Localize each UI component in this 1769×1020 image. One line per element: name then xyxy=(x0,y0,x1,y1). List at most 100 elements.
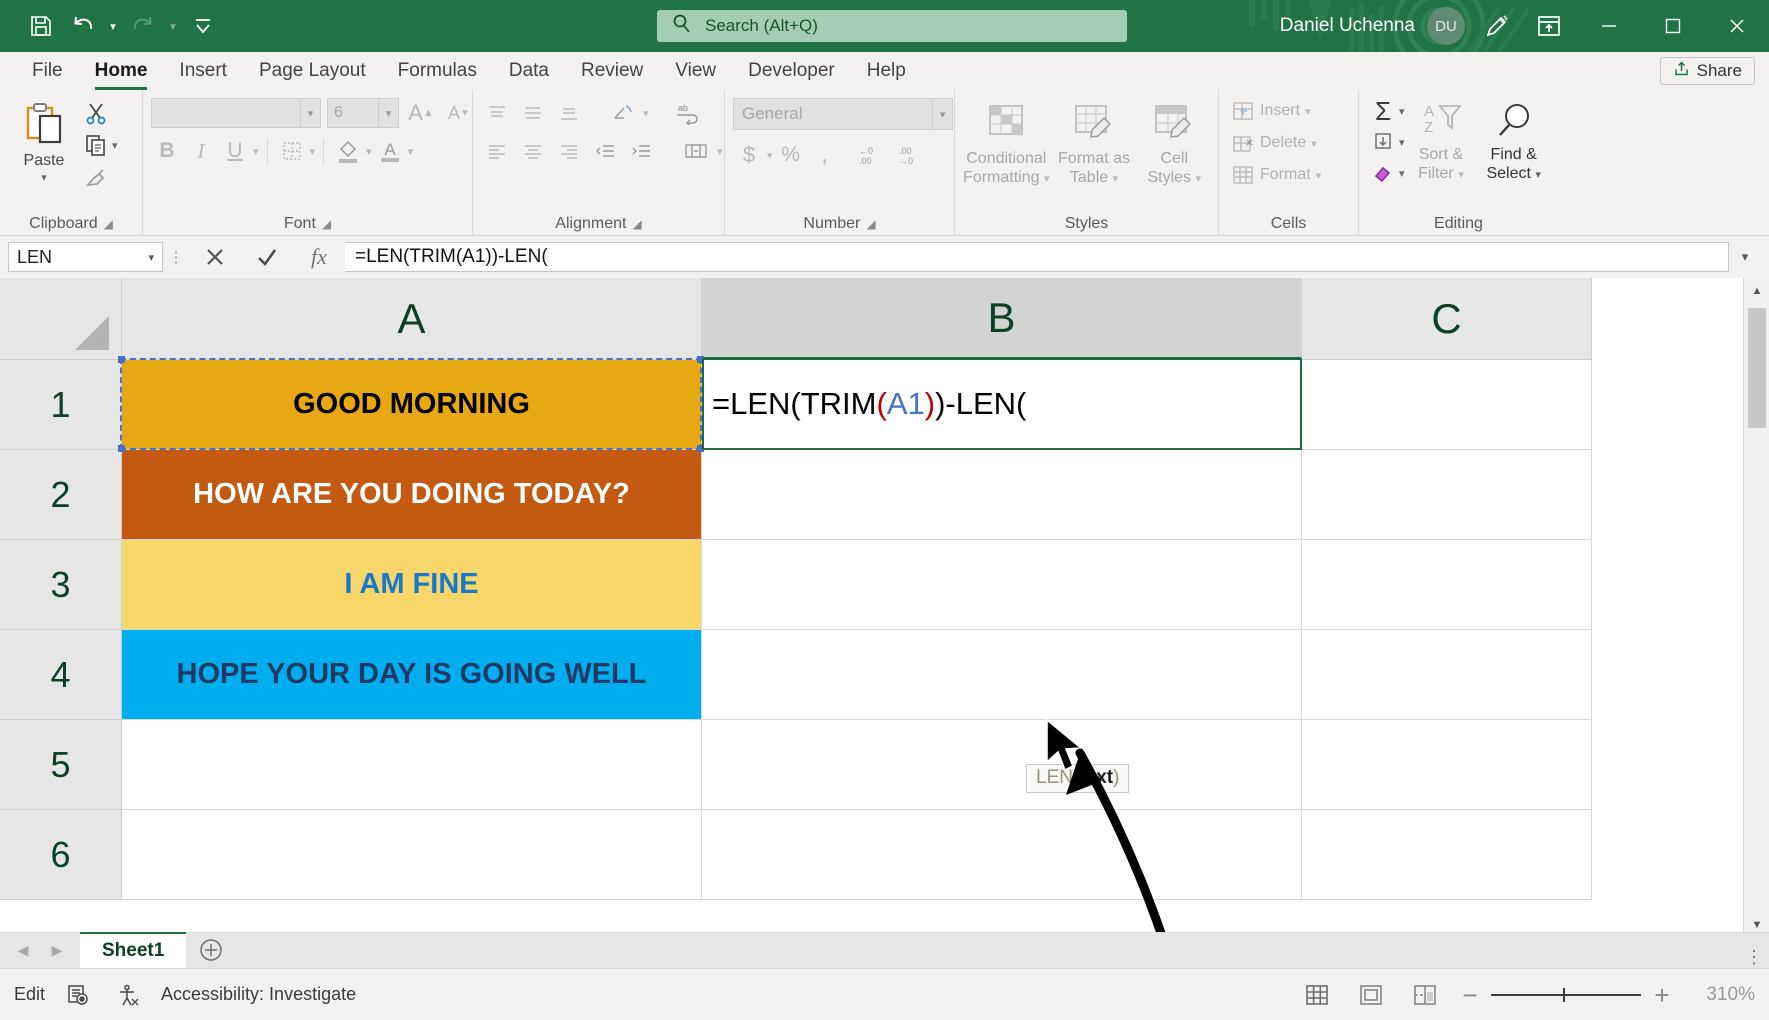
font-color-dropdown-icon[interactable]: ▾ xyxy=(408,145,414,158)
paste-button[interactable]: Paste ▾ xyxy=(8,96,80,184)
row-header-2[interactable]: 2 xyxy=(0,450,122,540)
sheet-tab-sheet1[interactable]: Sheet1 xyxy=(80,932,186,968)
undo-icon[interactable] xyxy=(62,7,104,45)
redo-icon[interactable] xyxy=(122,7,164,45)
cell-b5[interactable] xyxy=(702,720,1302,810)
cell-a5[interactable] xyxy=(122,720,702,810)
tab-file[interactable]: File xyxy=(16,52,79,90)
pen-highlighter-icon[interactable] xyxy=(1477,6,1517,46)
find-select-dropdown-icon[interactable]: ▾ xyxy=(1535,169,1541,181)
format-painter-icon[interactable] xyxy=(80,162,112,192)
zoom-out-button[interactable]: − xyxy=(1459,984,1481,1006)
comma-format-icon[interactable]: , xyxy=(809,140,841,170)
delete-cells-button[interactable]: Delete ▾ xyxy=(1227,128,1321,158)
font-color-icon[interactable]: A xyxy=(374,136,406,166)
next-sheet-icon[interactable]: ▶ xyxy=(40,934,74,966)
conditional-formatting-button[interactable]: Conditional Formatting ▾ xyxy=(963,98,1050,187)
paste-dropdown-icon[interactable]: ▾ xyxy=(41,171,47,184)
cell-a2[interactable]: HOW ARE YOU DOING TODAY? xyxy=(122,450,702,540)
number-dialog-launcher-icon[interactable]: ◢ xyxy=(866,214,875,234)
align-bottom-icon[interactable] xyxy=(553,98,585,128)
close-button[interactable] xyxy=(1705,0,1769,52)
zoom-slider[interactable] xyxy=(1491,988,1641,1002)
font-dialog-launcher-icon[interactable]: ◢ xyxy=(322,214,331,234)
page-layout-view-icon[interactable] xyxy=(1351,978,1391,1012)
share-button[interactable]: Share xyxy=(1660,57,1755,85)
zoom-in-button[interactable]: + xyxy=(1651,984,1673,1006)
cell-c2[interactable] xyxy=(1302,450,1592,540)
accounting-format-icon[interactable]: $ xyxy=(733,140,765,170)
cell-a3[interactable]: I AM FINE xyxy=(122,540,702,630)
redo-dropdown-icon[interactable]: ▾ xyxy=(164,7,182,45)
insert-function-fx-icon[interactable]: fx xyxy=(293,240,345,274)
record-macro-icon[interactable] xyxy=(61,978,95,1012)
cell-b3[interactable] xyxy=(702,540,1302,630)
row-header-5[interactable]: 5 xyxy=(0,720,122,810)
undo-dropdown-icon[interactable]: ▾ xyxy=(104,7,122,45)
cell-styles-dropdown-icon[interactable]: ▾ xyxy=(1195,173,1201,185)
clear-dropdown-icon[interactable]: ▾ xyxy=(1399,167,1405,180)
align-middle-icon[interactable] xyxy=(517,98,549,128)
normal-view-icon[interactable] xyxy=(1297,978,1337,1012)
align-center-icon[interactable] xyxy=(517,136,549,166)
row-header-1[interactable]: 1 xyxy=(0,360,122,450)
merge-and-center-icon[interactable] xyxy=(679,136,713,166)
vertical-scrollbar[interactable]: ▲ ▼ xyxy=(1743,278,1769,938)
previous-sheet-icon[interactable]: ◀ xyxy=(6,934,40,966)
copy-dropdown-icon[interactable]: ▾ xyxy=(112,139,118,152)
find-and-select-button[interactable]: Find & Select ▾ xyxy=(1477,96,1550,183)
cell-b2[interactable] xyxy=(702,450,1302,540)
cell-c1[interactable] xyxy=(1302,360,1592,450)
fill-icon[interactable] xyxy=(1367,127,1399,157)
insert-cells-button[interactable]: Insert ▾ xyxy=(1227,96,1315,126)
customize-quick-access-toolbar-icon[interactable] xyxy=(182,7,224,45)
copy-icon[interactable] xyxy=(80,130,112,160)
sort-and-filter-button[interactable]: A Z Sort & Filter ▾ xyxy=(1407,96,1476,183)
underline-button[interactable]: U xyxy=(219,136,251,166)
page-break-preview-icon[interactable] xyxy=(1405,978,1445,1012)
avatar[interactable]: DU xyxy=(1427,7,1465,45)
number-format-select[interactable]: General xyxy=(733,98,933,130)
borders-icon[interactable] xyxy=(276,136,308,166)
row-header-6[interactable]: 6 xyxy=(0,810,122,900)
column-header-c[interactable]: C xyxy=(1302,278,1592,360)
increase-decimal-icon[interactable]: ←0 .00 xyxy=(855,140,893,170)
format-as-table-button[interactable]: Format as Table ▾ xyxy=(1054,98,1135,187)
cell-c6[interactable] xyxy=(1302,810,1592,900)
format-cells-button[interactable]: Format ▾ xyxy=(1227,160,1325,190)
tab-help[interactable]: Help xyxy=(851,52,922,90)
select-all-corner[interactable] xyxy=(0,278,122,360)
column-header-a[interactable]: A xyxy=(122,278,702,360)
italic-button[interactable]: I xyxy=(185,136,217,166)
increase-font-size-icon[interactable]: A▲ xyxy=(405,98,437,128)
font-size-dropdown-icon[interactable]: ▾ xyxy=(379,98,399,128)
cell-c3[interactable] xyxy=(1302,540,1592,630)
tab-formulas[interactable]: Formulas xyxy=(382,52,493,90)
decrease-indent-icon[interactable] xyxy=(589,136,621,166)
zoom-level[interactable]: 310% xyxy=(1687,984,1755,1006)
sort-filter-dropdown-icon[interactable]: ▾ xyxy=(1458,169,1464,181)
enter-check-icon[interactable] xyxy=(241,240,293,274)
tab-view[interactable]: View xyxy=(659,52,732,90)
decrease-decimal-icon[interactable]: .00 →0 xyxy=(895,140,933,170)
ribbon-display-options-icon[interactable] xyxy=(1529,6,1569,46)
cell-c4[interactable] xyxy=(1302,630,1592,720)
column-header-b[interactable]: B xyxy=(702,278,1302,360)
fill-color-icon[interactable] xyxy=(332,136,364,166)
cancel-icon[interactable] xyxy=(189,240,241,274)
maximize-button[interactable] xyxy=(1641,0,1705,52)
clear-icon[interactable] xyxy=(1367,158,1399,188)
cell-a4[interactable]: HOPE YOUR DAY IS GOING WELL xyxy=(122,630,702,720)
orientation-dropdown-icon[interactable]: ▾ xyxy=(643,107,649,120)
fill-color-dropdown-icon[interactable]: ▾ xyxy=(366,145,372,158)
tab-page-layout[interactable]: Page Layout xyxy=(243,52,382,90)
borders-dropdown-icon[interactable]: ▾ xyxy=(310,145,316,158)
tab-insert[interactable]: Insert xyxy=(163,52,243,90)
accessibility-status[interactable]: Accessibility: Investigate xyxy=(161,984,356,1005)
tab-home[interactable]: Home xyxy=(79,52,164,90)
cell-c5[interactable] xyxy=(1302,720,1592,810)
underline-dropdown-icon[interactable]: ▾ xyxy=(253,145,259,158)
format-as-table-dropdown-icon[interactable]: ▾ xyxy=(1113,173,1119,185)
alignment-dialog-launcher-icon[interactable]: ◢ xyxy=(632,214,641,234)
clipboard-dialog-launcher-icon[interactable]: ◢ xyxy=(104,214,113,234)
